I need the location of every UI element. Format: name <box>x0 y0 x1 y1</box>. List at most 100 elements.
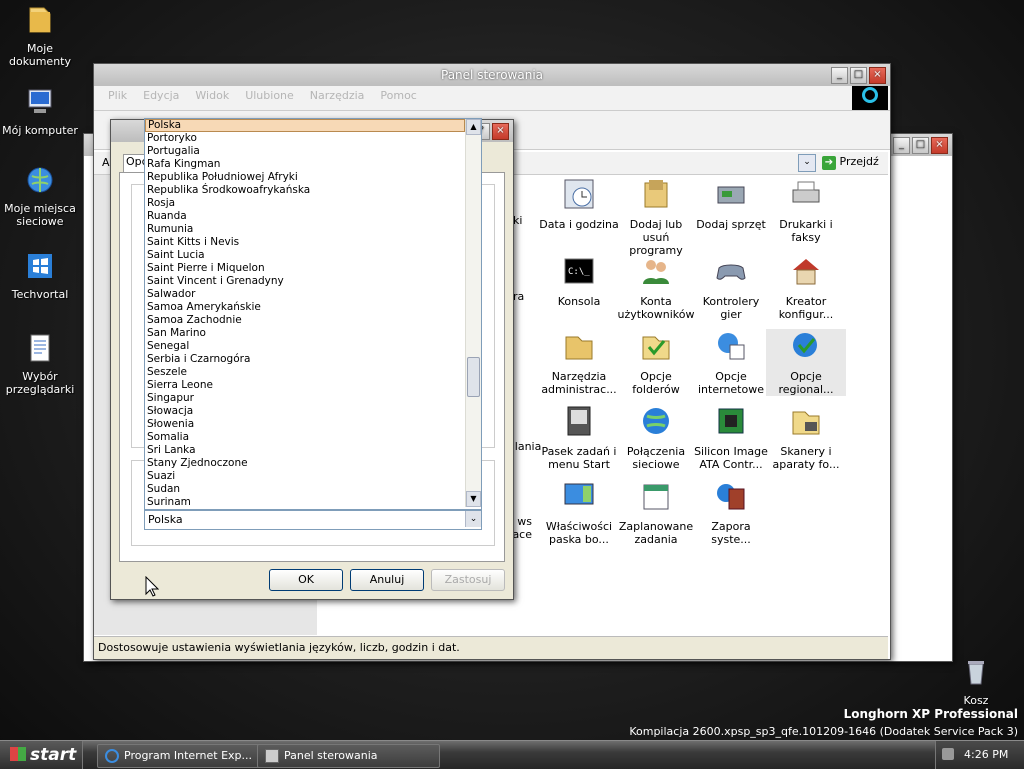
menu-tools[interactable]: Narzędzia <box>302 86 373 110</box>
cp-item-taskbar-start[interactable]: Pasek zadań i menu Start <box>539 404 619 471</box>
list-item[interactable]: Surinam <box>145 496 465 509</box>
list-item[interactable]: Republika Południowej Afryki <box>145 171 465 184</box>
country-combobox[interactable]: Polska ⌄ <box>144 510 482 530</box>
list-item[interactable]: Rosja <box>145 197 465 210</box>
list-item[interactable]: Saint Pierre i Miquelon <box>145 262 465 275</box>
menu-view[interactable]: Widok <box>187 86 237 110</box>
address-dropdown-button[interactable]: ⌄ <box>798 154 816 172</box>
cp-item-label: Właściwości paska bo... <box>545 520 613 546</box>
list-item[interactable]: Senegal <box>145 340 465 353</box>
cancel-button[interactable]: Anuluj <box>350 569 424 591</box>
close-button[interactable]: × <box>931 137 948 154</box>
ok-button[interactable]: OK <box>269 569 343 591</box>
list-scrollbar[interactable]: ▲ ▼ <box>465 119 481 507</box>
mouse-cursor-icon <box>145 576 159 597</box>
cp-item-regional-options[interactable]: Opcje regional... <box>766 329 846 396</box>
apply-button[interactable]: Zastosuj <box>431 569 505 591</box>
cp-item-add-hardware[interactable]: Dodaj sprzęt <box>691 177 771 231</box>
cp-item-folder-options[interactable]: Opcje folderów <box>616 329 696 396</box>
list-item[interactable]: Słowenia <box>145 418 465 431</box>
list-item[interactable]: Republika Środkowoafrykańska <box>145 184 465 197</box>
menu-help[interactable]: Pomoc <box>372 86 424 110</box>
task-control-panel[interactable]: Panel sterowania <box>257 744 440 768</box>
list-item[interactable]: Saint Lucia <box>145 249 465 262</box>
list-item[interactable]: Stany Zjednoczone <box>145 457 465 470</box>
list-item[interactable]: Samoa Amerykańskie <box>145 301 465 314</box>
cp-item-internet-options[interactable]: Opcje internetowe <box>691 329 771 396</box>
minimize-button[interactable]: _ <box>893 137 910 154</box>
desktop-icon-my-computer[interactable]: Mój komputer <box>0 86 80 137</box>
list-item[interactable]: Portoryko <box>145 132 465 145</box>
clock[interactable]: 4:26 PM <box>964 748 1008 761</box>
volume-icon[interactable] <box>942 748 954 760</box>
cp-item-scheduled-tasks[interactable]: Zaplanowane zadania <box>616 479 696 546</box>
cp-item-game-controllers[interactable]: Kontrolery gier <box>691 254 771 321</box>
list-item[interactable]: Polska <box>145 119 465 132</box>
console-icon: C:\_ <box>564 258 594 284</box>
list-item[interactable]: Sudan <box>145 483 465 496</box>
cp-item-date-time[interactable]: Data i godzina <box>539 177 619 231</box>
list-item[interactable]: Samoa Zachodnie <box>145 314 465 327</box>
menu-edit[interactable]: Edycja <box>135 86 187 110</box>
list-item[interactable]: Sierra Leone <box>145 379 465 392</box>
list-item[interactable]: Somalia <box>145 431 465 444</box>
list-item[interactable]: Portugalia <box>145 145 465 158</box>
list-item[interactable]: Słowacja <box>145 405 465 418</box>
list-item[interactable]: Saint Vincent i Grenadyny <box>145 275 465 288</box>
menu-favorites[interactable]: Ulubione <box>237 86 302 110</box>
cp-item-network-connections[interactable]: Połączenia sieciowe <box>616 404 696 471</box>
scroll-up-button[interactable]: ▲ <box>466 119 481 135</box>
list-item[interactable]: San Marino <box>145 327 465 340</box>
recycle-bin-icon <box>968 661 984 685</box>
scroll-thumb[interactable] <box>467 357 480 397</box>
cp-item-printers-faxes[interactable]: Drukarki i faksy <box>766 177 846 244</box>
cp-item-label: Opcje internetowe <box>698 370 764 396</box>
cp-item-label: Zaplanowane zadania <box>618 520 694 546</box>
list-item[interactable]: Sri Lanka <box>145 444 465 457</box>
desktop-icon-network-places[interactable]: Moje miejsca sieciowe <box>0 164 80 228</box>
svg-text:C:\_: C:\_ <box>568 267 590 277</box>
list-item[interactable]: Rumunia <box>145 223 465 236</box>
computer-icon <box>28 89 52 113</box>
desktop-icon-browser-choice[interactable]: Wybór przeglądarki <box>0 332 80 396</box>
taskbar-icon <box>567 406 591 436</box>
list-item[interactable]: Ruanda <box>145 210 465 223</box>
cp-item-scanners-cameras[interactable]: Skanery i aparaty fo... <box>766 404 846 471</box>
cp-item-sidebar-properties[interactable]: Właściwości paska bo... <box>539 479 619 546</box>
regional-options-dialog: ? × Opc Polska Portoryko Portugalia Rafa… <box>110 118 514 600</box>
country-listbox[interactable]: Polska Portoryko Portugalia Rafa Kingman… <box>144 118 482 510</box>
desktop-icon-techvortal[interactable]: Techvortal <box>0 250 80 301</box>
control-panel-titlebar: Panel sterowania _ □ × <box>94 64 890 86</box>
list-item[interactable]: Singapur <box>145 392 465 405</box>
cp-item-label: Opcje folderów <box>632 370 680 396</box>
desktop-icon-recycle-bin[interactable]: Kosz <box>936 656 1016 707</box>
list-item[interactable]: Seszele <box>145 366 465 379</box>
go-button[interactable]: ➔ Przejdź <box>822 153 879 171</box>
list-item[interactable]: Saint Kitts i Nevis <box>145 236 465 249</box>
list-item[interactable]: Serbia i Czarnogóra <box>145 353 465 366</box>
menu-file[interactable]: Plik <box>100 86 135 110</box>
maximize-button[interactable]: □ <box>850 67 867 84</box>
desktop-icon-my-documents[interactable]: Moje dokumenty <box>0 4 80 68</box>
cp-item-add-remove-programs[interactable]: Dodaj lub usuń programy <box>616 177 696 257</box>
cp-item-console[interactable]: C:\_ Konsola <box>539 254 619 308</box>
country-list: Polska Portoryko Portugalia Rafa Kingman… <box>145 119 465 509</box>
cp-item-silicon-image[interactable]: Silicon Image ATA Contr... <box>691 404 771 471</box>
task-internet-explorer[interactable]: Program Internet Exp... <box>97 744 275 768</box>
close-button[interactable]: × <box>869 67 886 84</box>
list-item[interactable]: Suazi <box>145 470 465 483</box>
close-button[interactable]: × <box>492 123 509 140</box>
cp-item-user-accounts[interactable]: Konta użytkowników <box>616 254 696 321</box>
cp-item-firewall[interactable]: Zapora syste... <box>691 479 771 546</box>
start-button[interactable]: start <box>0 741 83 769</box>
maximize-button[interactable]: □ <box>912 137 929 154</box>
chevron-down-icon[interactable]: ⌄ <box>465 511 481 527</box>
cp-item-setup-wizard[interactable]: Kreator konfigur... <box>766 254 846 321</box>
scroll-down-button[interactable]: ▼ <box>466 491 481 507</box>
list-item[interactable]: Salwador <box>145 288 465 301</box>
printer-icon <box>792 181 820 203</box>
cp-item-label: Kreator konfigur... <box>778 295 834 321</box>
cp-item-admin-tools[interactable]: Narzędzia administrac... <box>539 329 619 396</box>
list-item[interactable]: Rafa Kingman <box>145 158 465 171</box>
minimize-button[interactable]: _ <box>831 67 848 84</box>
